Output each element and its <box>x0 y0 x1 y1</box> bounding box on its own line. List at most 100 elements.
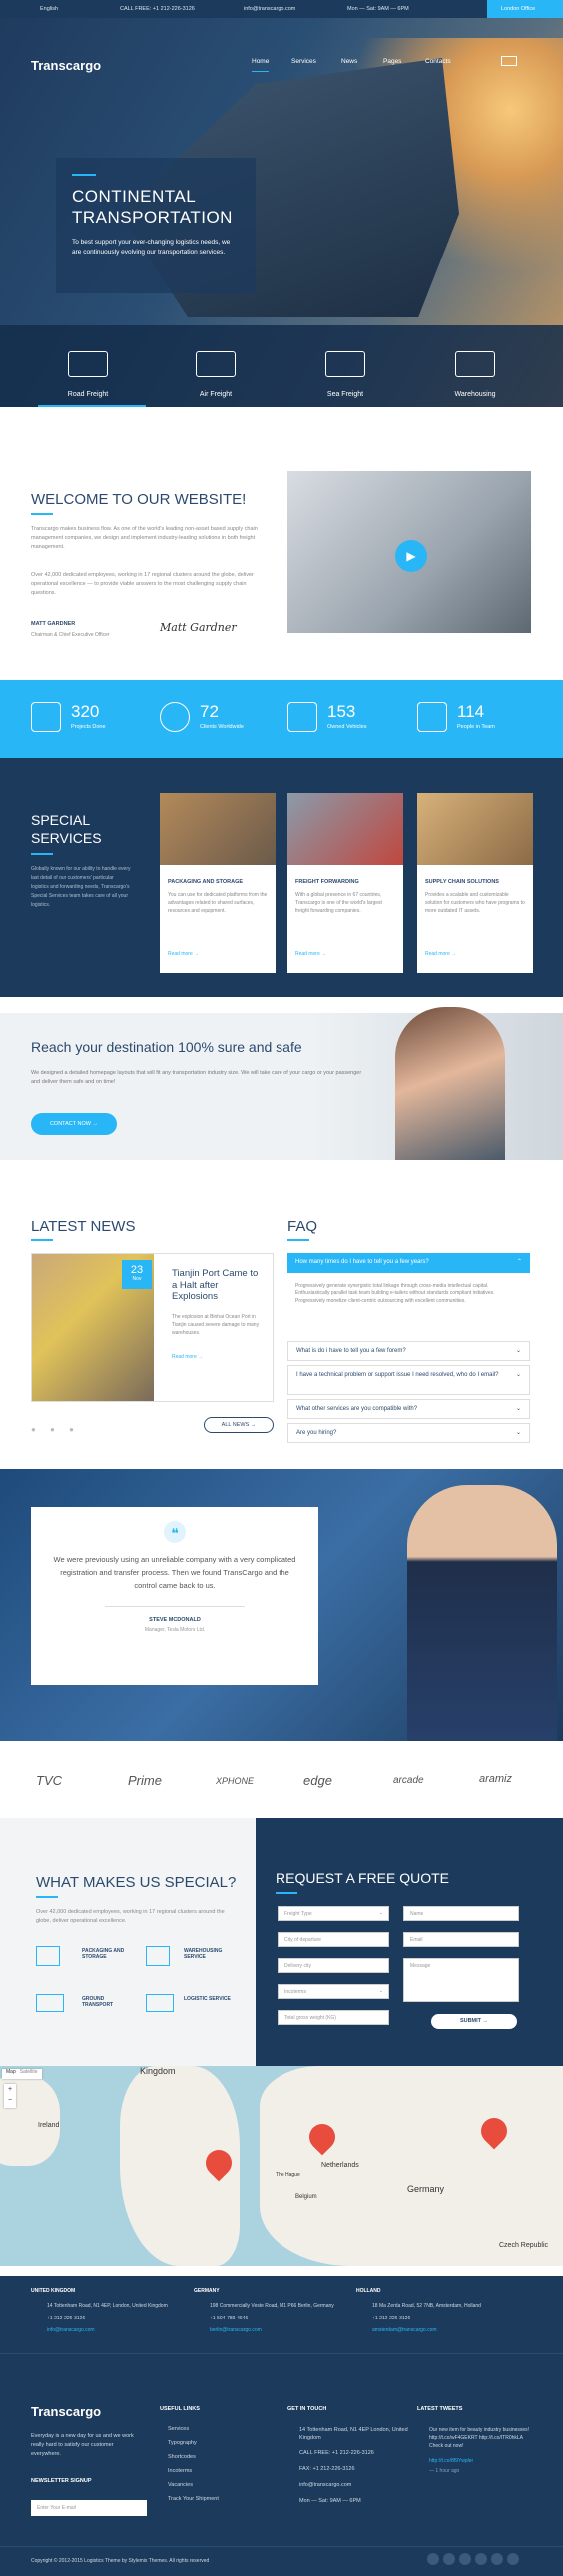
reach-title: Reach your destination 100% sure and saf… <box>31 1039 302 1055</box>
map-label: The Hague <box>276 2172 300 2178</box>
stat-label: People in Team <box>457 724 495 730</box>
email-input[interactable]: Email <box>403 1932 519 1947</box>
departure-city-input[interactable]: City of departure <box>278 1932 389 1947</box>
faq-question[interactable]: What other services are you compatible w… <box>287 1399 530 1419</box>
faq-question-active[interactable]: How many times do I have to tell you a f… <box>287 1253 530 1273</box>
map-label: Czech Republic <box>499 2242 549 2249</box>
nav-news[interactable]: News <box>341 58 357 65</box>
newsletter-input[interactable]: Enter Your E-mail <box>31 2500 147 2516</box>
partner-logo[interactable]: TVC <box>36 1773 62 1788</box>
office-country: UNITED KINGDOM <box>31 2288 76 2294</box>
service-card-supply-chain[interactable]: SUPPLY CHAIN SOLUTIONS Provides a scalabl… <box>417 793 533 973</box>
faq-question[interactable]: Are you hiring? ⌄ <box>287 1423 530 1443</box>
map[interactable]: Map Satellite + − Kingdom Ireland Netherla… <box>0 2066 563 2266</box>
map-zoom-controls[interactable]: + − <box>4 2084 16 2108</box>
site-logo[interactable]: Transcargo <box>31 58 101 73</box>
faq-question-text: What is do i have to tell you a few fore… <box>296 1348 406 1354</box>
feature-label: Air Freight <box>199 391 233 398</box>
delivery-city-input[interactable]: Delivery city <box>278 1958 389 1973</box>
feature-road-freight[interactable]: Road Freight <box>28 351 148 398</box>
feature-label: Road Freight <box>67 391 109 398</box>
office-country: HOLLAND <box>356 2288 381 2294</box>
footer-email[interactable]: info@transcargo.com <box>299 2482 351 2488</box>
incoterms-select[interactable]: Incoterms ⌄ <box>278 1984 389 1999</box>
nav-services[interactable]: Services <box>291 58 316 65</box>
submit-button[interactable]: SUBMIT → <box>431 2014 517 2029</box>
footer-link[interactable]: Typography <box>168 2440 197 2446</box>
contact-now-button[interactable]: CONTACT NOW → <box>31 1113 117 1135</box>
welcome-title: WELCOME TO OUR WEBSITE! <box>31 491 247 508</box>
read-more-link[interactable]: Read more → <box>295 951 326 957</box>
faq-title: FAQ <box>287 1218 318 1235</box>
office-uk: UNITED KINGDOM 14 Tottenham Road, N1 4EP… <box>31 2288 181 2333</box>
footer-link[interactable]: Services <box>168 2426 189 2432</box>
office-address: 18 Ma Zerda Road, 52 7NB, Amsterdam, Hol… <box>372 2303 481 2309</box>
linkedin-icon[interactable] <box>475 2553 487 2565</box>
instagram-icon[interactable] <box>507 2553 519 2565</box>
play-video-button[interactable]: ▶ <box>395 540 427 572</box>
social-icons <box>427 2553 533 2567</box>
faq-question[interactable]: What is do i have to tell you a few fore… <box>287 1341 530 1361</box>
footer: Transcargo Everyday is a new day for us … <box>0 2353 563 2576</box>
incoterms-value: Incoterms <box>284 1989 306 1995</box>
businessman-image <box>417 793 533 865</box>
faq-question[interactable]: I have a technical problem or support is… <box>287 1365 530 1395</box>
topbar-email[interactable]: info@transcargo.com <box>244 6 295 12</box>
partner-logo[interactable]: arcade <box>393 1775 424 1786</box>
facebook-icon[interactable] <box>427 2553 439 2565</box>
message-textarea[interactable]: Message <box>403 1958 519 2002</box>
name-input[interactable]: Name <box>403 1906 519 1921</box>
office-email[interactable]: berlin@transcargo.com <box>194 2327 343 2333</box>
ship-icon <box>146 1994 174 2012</box>
testimonial-role: Manager, Tesla Motors Ltd. <box>144 1627 206 1633</box>
youtube-icon[interactable] <box>491 2553 503 2565</box>
contact-now-label: CONTACT NOW <box>49 1121 91 1127</box>
feature-air-freight[interactable]: Air Freight <box>156 351 276 398</box>
service-card-freight[interactable]: FREIGHT FORWARDING With a global presence… <box>287 793 403 973</box>
nav-pages[interactable]: Pages <box>383 58 401 65</box>
google-plus-icon[interactable] <box>459 2553 471 2565</box>
ship-icon <box>325 351 365 377</box>
accent-line <box>31 853 53 855</box>
language-selector[interactable]: English <box>40 6 58 12</box>
truck-icon <box>68 351 108 377</box>
news-card[interactable]: 23 Nov Tianjin Port Came to a Halt after … <box>31 1253 274 1402</box>
feature-label: Sea Freight <box>326 391 364 398</box>
map-icon[interactable] <box>501 56 517 66</box>
faq-question-text: I have a technical problem or support is… <box>296 1372 499 1378</box>
footer-logo[interactable]: Transcargo <box>31 2404 101 2419</box>
footer-link[interactable]: Vacancies <box>168 2482 193 2488</box>
nav-home[interactable]: Home <box>252 58 270 72</box>
tweet-link[interactable]: http://t.co/8f9Ywpler <box>429 2458 473 2464</box>
special-title: WHAT MAKES US SPECIAL? <box>36 1874 237 1891</box>
location-selector[interactable]: London Office <box>487 0 563 18</box>
read-more-link[interactable]: Read more → <box>425 951 456 957</box>
feature-warehousing[interactable]: Warehousing <box>415 351 535 398</box>
partner-logo[interactable]: edge <box>303 1773 332 1788</box>
map-tab[interactable]: Map <box>2 2069 20 2075</box>
footer-link[interactable]: Incoterms <box>168 2468 192 2474</box>
office-email[interactable]: info@transcargo.com <box>31 2327 181 2333</box>
map-tab[interactable]: Satellite <box>20 2069 38 2075</box>
card-title: PACKAGING AND STORAGE <box>168 879 244 885</box>
footer-link[interactable]: Shortcodes <box>168 2454 196 2460</box>
news-headline[interactable]: Tianjin Port Came to a Halt after Explos… <box>172 1268 264 1303</box>
twitter-icon[interactable] <box>443 2553 455 2565</box>
office-email[interactable]: amsterdam@transcargo.com <box>356 2327 506 2333</box>
partner-logo[interactable]: Prime <box>128 1773 162 1788</box>
weight-input[interactable]: Total gross weight (KG) <box>278 2010 389 2025</box>
card-title: SUPPLY CHAIN SOLUTIONS <box>425 879 499 885</box>
read-more-link[interactable]: Read more → <box>168 951 199 957</box>
partner-logo[interactable]: XPHONE <box>216 1776 254 1786</box>
testimonial-name: STEVE MCDONALD <box>149 1617 201 1623</box>
service-card-packaging[interactable]: PACKAGING AND STORAGE You can use for ded… <box>160 793 276 973</box>
all-news-button[interactable]: ALL NEWS → <box>204 1417 274 1433</box>
feature-sea-freight[interactable]: Sea Freight <box>285 351 405 398</box>
news-read-more[interactable]: Read more → <box>172 1354 203 1360</box>
freight-type-select[interactable]: Freight Type ⌄ <box>278 1906 389 1921</box>
nav-contacts[interactable]: Contacts <box>425 58 451 65</box>
footer-link[interactable]: Track Your Shipment <box>168 2496 219 2502</box>
ceo-name: MATT GARDNER <box>31 621 76 627</box>
partner-logo[interactable]: aramiz <box>479 1773 512 1785</box>
news-pagination-dots[interactable]: ● ● ● <box>31 1425 80 1434</box>
